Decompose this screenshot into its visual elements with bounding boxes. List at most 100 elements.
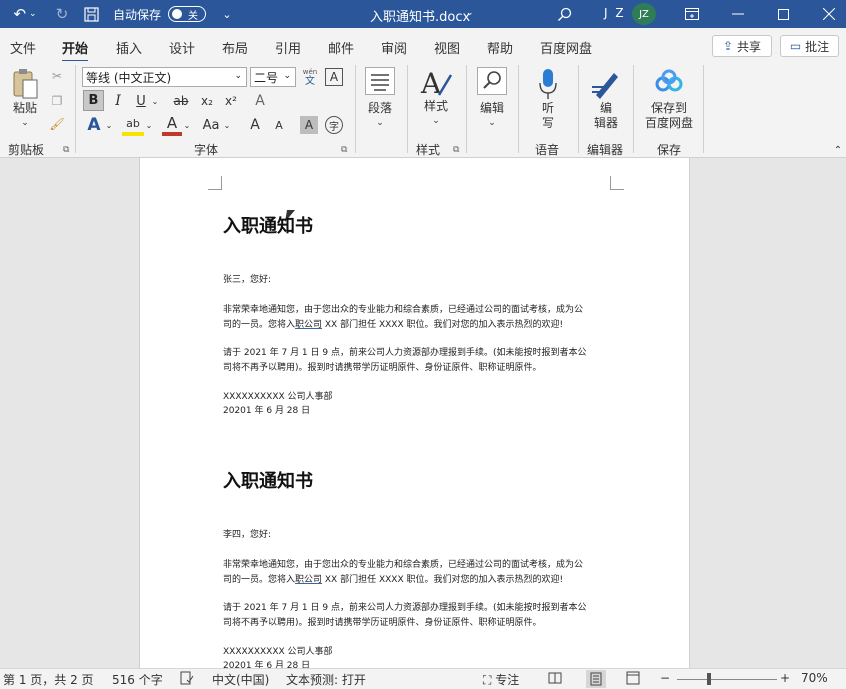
tab-mailings[interactable]: 邮件 [328, 38, 354, 57]
page-count[interactable]: 第 1 页，共 2 页 [3, 671, 94, 688]
letter-paragraph-line[interactable]: 非常荣幸地通知您，由于您出众的专业能力和综合素质，已经通过公司的面试考核，成为公 [223, 557, 583, 570]
font-name-select[interactable]: 等线 (中文正文) ⌄ [82, 67, 247, 87]
phonetic-guide-button[interactable]: wén 文 [300, 66, 320, 88]
tab-home[interactable]: 开始 [62, 38, 89, 63]
text-effects-dropdown-icon[interactable]: ⌄ [104, 114, 114, 136]
superscript-button[interactable]: x² [222, 91, 240, 111]
styles-launcher-icon[interactable]: ⧉ [453, 145, 459, 155]
share-button[interactable]: ⇪ 共享 [712, 35, 772, 57]
highlight-button[interactable]: ab [122, 114, 144, 136]
change-case-dropdown-icon[interactable]: ⌄ [222, 114, 232, 136]
letter-signature[interactable]: XXXXXXXXXX 公司人事部 [223, 644, 333, 657]
dictate-button[interactable]: 听 写 [528, 67, 568, 131]
letter-paragraph-line[interactable]: 请于 2021 年 7 月 1 日 9 点，前来公司人力资源部办理报到手续。(如… [223, 600, 586, 613]
collapse-ribbon-icon[interactable]: ⌃ [832, 145, 844, 156]
font-group-label: 字体 [194, 143, 219, 157]
format-painter-icon[interactable]: 🖌 [48, 115, 66, 133]
change-case-button[interactable]: Aa [200, 114, 222, 136]
save-icon[interactable] [80, 0, 102, 28]
letter-paragraph-line[interactable]: 司将不再予以聘用)。报到时请携带学历证明原件、身份证原件、职称证明原件。 [223, 615, 542, 628]
letter-paragraph-line[interactable]: 请于 2021 年 7 月 1 日 9 点，前来公司人力资源部办理报到手续。(如… [223, 345, 586, 358]
tab-baidu-netdisk[interactable]: 百度网盘 [540, 38, 592, 57]
maximize-icon[interactable] [773, 0, 793, 28]
redo-icon[interactable]: ↻ [50, 0, 74, 28]
tab-references[interactable]: 引用 [275, 38, 301, 57]
subscript-button[interactable]: x₂ [198, 91, 216, 111]
font-launcher-icon[interactable]: ⧉ [341, 145, 347, 155]
paragraph-button[interactable]: 段落 ⌄ [362, 67, 398, 131]
cut-icon[interactable]: ✂ [48, 67, 66, 85]
editor-button[interactable]: 编 辑器 [586, 67, 626, 131]
text-effects-button[interactable]: A [84, 114, 104, 136]
letter-greeting[interactable]: 李四，您好: [223, 527, 271, 540]
title-dropdown-icon[interactable]: ⌄ [466, 8, 474, 18]
text-run: XX 部门担任 XXXX 职位。我们对您的加入表示热烈的欢迎! [322, 320, 564, 330]
tab-file[interactable]: 文件 [10, 38, 36, 57]
grow-font-button[interactable]: A [246, 114, 264, 136]
document-page[interactable]: 入职通知书 张三，您好: 非常荣幸地通知您，由于您出众的专业能力和综合素质，已经… [139, 158, 690, 671]
zoom-slider[interactable] [677, 679, 777, 680]
word-count[interactable]: 516 个字 [112, 671, 163, 688]
clear-formatting-button[interactable]: A [250, 91, 270, 111]
zoom-level[interactable]: 70% [801, 671, 828, 685]
tab-insert[interactable]: 插入 [116, 38, 142, 57]
tab-layout[interactable]: 布局 [222, 38, 248, 57]
undo-icon[interactable]: ↶ ⌄ [10, 0, 40, 28]
print-layout-icon[interactable] [586, 670, 606, 688]
close-icon[interactable] [818, 0, 840, 28]
language[interactable]: 中文(中国) [212, 671, 269, 688]
minimize-icon[interactable] [728, 0, 748, 28]
text-run: XX 部门担任 XXXX 职位。我们对您的加入表示热烈的欢迎! [322, 575, 564, 585]
font-size-select[interactable]: 二号 ⌄ [250, 67, 296, 87]
clipboard-launcher-icon[interactable]: ⧉ [63, 145, 69, 155]
italic-button[interactable]: I [110, 91, 126, 111]
proofing-icon[interactable] [180, 671, 194, 688]
enclose-char-button[interactable]: 字 [325, 116, 343, 134]
share-label: 共享 [737, 39, 762, 54]
paste-button[interactable]: 粘贴 ⌄ [8, 67, 42, 131]
underline-dropdown-icon[interactable]: ⌄ [150, 91, 160, 111]
letter-signature[interactable]: XXXXXXXXXX 公司人事部 [223, 389, 333, 402]
letter-paragraph-line[interactable]: 司的一员。您将入职公司 XX 部门担任 XXXX 职位。我们对您的加入表示热烈的… [223, 317, 563, 330]
editing-button[interactable]: 编辑 ⌄ [474, 67, 510, 131]
comment-button[interactable]: ▭ 批注 [780, 35, 839, 57]
paste-dropdown-icon[interactable]: ⌄ [21, 116, 29, 131]
text-prediction[interactable]: 文本预测: 打开 [286, 671, 366, 688]
bold-button[interactable]: B [83, 90, 104, 111]
letter-paragraph-line[interactable]: 司将不再予以聘用)。报到时请携带学历证明原件、身份证原件、职称证明原件。 [223, 360, 542, 373]
copy-icon[interactable]: ❐ [48, 92, 66, 110]
avatar[interactable]: JZ [632, 3, 656, 25]
highlight-dropdown-icon[interactable]: ⌄ [144, 114, 154, 136]
autosave-toggle[interactable]: 关 [168, 6, 206, 22]
read-mode-icon[interactable] [548, 671, 562, 688]
letter-title[interactable]: 入职通知书 [223, 467, 313, 493]
tab-review[interactable]: 审阅 [381, 38, 407, 57]
letter-paragraph-line[interactable]: 非常荣幸地通知您，由于您出众的专业能力和综合素质，已经通过公司的面试考核，成为公 [223, 302, 583, 315]
user-initials[interactable]: J Z [604, 6, 626, 20]
search-icon[interactable] [552, 0, 576, 28]
ribbon-display-options-icon[interactable] [680, 0, 704, 28]
focus-mode-button[interactable]: ⛶ 专注 [483, 671, 519, 688]
zoom-slider-handle[interactable] [707, 673, 711, 685]
font-color-dropdown-icon[interactable]: ⌄ [182, 114, 192, 136]
tab-view[interactable]: 视图 [434, 38, 460, 57]
zoom-in-button[interactable]: + [780, 671, 790, 685]
styles-button[interactable]: A 样式 ⌄ [416, 67, 456, 129]
letter-date[interactable]: 20201 年 6 月 28 日 [223, 403, 310, 416]
underline-button[interactable]: U [133, 91, 149, 111]
web-layout-icon[interactable] [626, 671, 640, 688]
tab-design[interactable]: 设计 [169, 38, 195, 57]
char-border-button[interactable]: A [325, 68, 343, 86]
zoom-out-button[interactable]: − [660, 671, 670, 685]
char-shading-button[interactable]: A [300, 116, 318, 134]
customize-qat-icon[interactable]: ⌄ [218, 0, 236, 28]
shrink-font-button[interactable]: A [270, 114, 288, 136]
strikethrough-button[interactable]: ab [170, 91, 192, 111]
font-color-button[interactable]: A [162, 114, 182, 136]
document-area[interactable]: 入职通知书 张三，您好: 非常荣幸地通知您，由于您出众的专业能力和综合素质，已经… [0, 158, 846, 671]
tab-help[interactable]: 帮助 [487, 38, 513, 57]
letter-title[interactable]: 入职通知书 [223, 212, 313, 238]
letter-paragraph-line[interactable]: 司的一员。您将入职公司 XX 部门担任 XXXX 职位。我们对您的加入表示热烈的… [223, 572, 563, 585]
letter-greeting[interactable]: 张三，您好: [223, 272, 271, 285]
save-to-baidu-button[interactable]: 保存到 百度网盘 [640, 67, 698, 131]
